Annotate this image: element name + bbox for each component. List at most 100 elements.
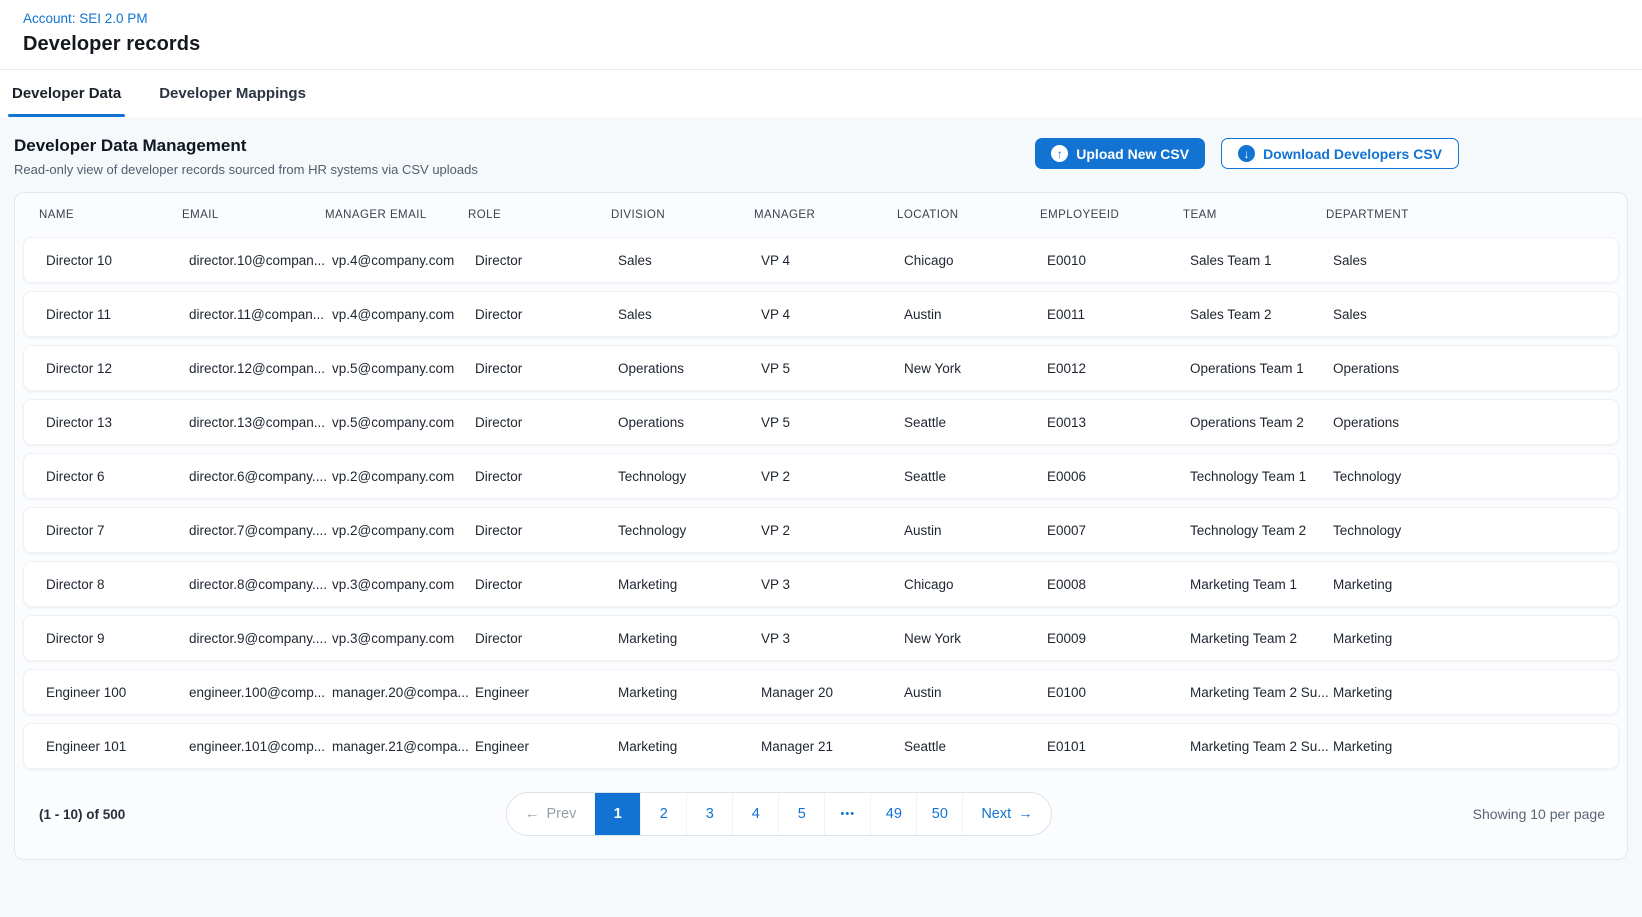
column-header-role: ROLE: [468, 209, 611, 221]
cell-team: Sales Team 2: [1190, 307, 1333, 322]
cell-role: Director: [475, 469, 618, 484]
pagination-page-1[interactable]: 1: [594, 793, 640, 835]
pagination-page-2[interactable]: 2: [640, 793, 686, 835]
cell-manager: VP 5: [761, 415, 904, 430]
cell-team: Technology Team 1: [1190, 469, 1333, 484]
cell-employeeid: E0101: [1047, 739, 1190, 754]
cell-role: Director: [475, 307, 618, 322]
cell-department: Sales: [1333, 253, 1604, 268]
cell-division: Technology: [618, 469, 761, 484]
cell-division: Marketing: [618, 631, 761, 646]
cell-manager_email: vp.2@company.com: [332, 523, 475, 538]
page-header: Account: SEI 2.0 PM Developer records: [0, 0, 1642, 70]
cell-division: Marketing: [618, 739, 761, 754]
upload-circle-icon: ↑: [1051, 145, 1068, 162]
cell-name: Engineer 100: [46, 685, 189, 700]
cell-team: Marketing Team 2: [1190, 631, 1333, 646]
cell-team: Sales Team 1: [1190, 253, 1333, 268]
column-header-name: NAME: [39, 209, 182, 221]
cell-manager_email: vp.3@company.com: [332, 631, 475, 646]
cell-manager: VP 2: [761, 469, 904, 484]
cell-manager: VP 4: [761, 307, 904, 322]
cell-employeeid: E0009: [1047, 631, 1190, 646]
cell-location: Chicago: [904, 253, 1047, 268]
table-row: Director 7director.7@company....vp.2@com…: [23, 507, 1619, 553]
upload-new-csv-button[interactable]: ↑ Upload New CSV: [1035, 138, 1205, 169]
column-header-department: DEPARTMENT: [1326, 209, 1605, 221]
cell-employeeid: E0007: [1047, 523, 1190, 538]
cell-manager_email: vp.5@company.com: [332, 361, 475, 376]
cell-name: Engineer 101: [46, 739, 189, 754]
cell-email: engineer.100@comp...: [189, 685, 332, 700]
pagination-page-49[interactable]: 49: [870, 793, 916, 835]
cell-department: Marketing: [1333, 631, 1604, 646]
tab-developer-mappings[interactable]: Developer Mappings: [159, 70, 306, 117]
cell-manager: VP 3: [761, 577, 904, 592]
cell-department: Marketing: [1333, 577, 1604, 592]
pagination-page-3[interactable]: 3: [686, 793, 732, 835]
pagination-page-4[interactable]: 4: [732, 793, 778, 835]
cell-manager: Manager 20: [761, 685, 904, 700]
cell-employeeid: E0013: [1047, 415, 1190, 430]
cell-email: director.12@compan...: [189, 361, 332, 376]
pagination: ← Prev 12345•••4950Next→: [506, 792, 1052, 836]
cell-manager_email: manager.21@compa...: [332, 739, 475, 754]
cell-manager_email: vp.5@company.com: [332, 415, 475, 430]
cell-department: Sales: [1333, 307, 1604, 322]
pagination-page-5[interactable]: 5: [778, 793, 824, 835]
cell-name: Director 11: [46, 307, 189, 322]
cell-email: director.13@compan...: [189, 415, 332, 430]
developer-table-card: NAMEEMAILMANAGER EMAILROLEDIVISIONMANAGE…: [14, 192, 1628, 860]
cell-name: Director 12: [46, 361, 189, 376]
download-button-label: Download Developers CSV: [1263, 146, 1442, 162]
csv-actions: ↑ Upload New CSV ↓ Download Developers C…: [1035, 138, 1459, 169]
cell-division: Operations: [618, 415, 761, 430]
pagination-ellipsis[interactable]: •••: [824, 793, 870, 835]
account-breadcrumb-link[interactable]: Account: SEI 2.0 PM: [23, 11, 148, 26]
cell-name: Director 8: [46, 577, 189, 592]
pagination-prev-button[interactable]: ← Prev: [507, 793, 594, 835]
tab-developer-data[interactable]: Developer Data: [12, 70, 121, 117]
section-header: Developer Data Management Read-only view…: [14, 117, 1628, 192]
arrow-left-icon: ←: [525, 806, 540, 822]
cell-email: director.7@company....: [189, 523, 332, 538]
cell-manager_email: vp.4@company.com: [332, 307, 475, 322]
cell-manager_email: vp.3@company.com: [332, 577, 475, 592]
cell-role: Engineer: [475, 739, 618, 754]
cell-department: Operations: [1333, 361, 1604, 376]
cell-team: Marketing Team 2 Su...: [1190, 739, 1333, 754]
cell-manager: VP 5: [761, 361, 904, 376]
cell-team: Operations Team 1: [1190, 361, 1333, 376]
cell-name: Director 13: [46, 415, 189, 430]
arrow-right-icon: →: [1018, 806, 1033, 822]
cell-manager: VP 3: [761, 631, 904, 646]
cell-name: Director 9: [46, 631, 189, 646]
download-developers-csv-button[interactable]: ↓ Download Developers CSV: [1221, 138, 1459, 169]
pagination-page-50[interactable]: 50: [916, 793, 962, 835]
cell-location: Seattle: [904, 415, 1047, 430]
column-header-employeeid: EMPLOYEEID: [1040, 209, 1183, 221]
cell-manager_email: vp.2@company.com: [332, 469, 475, 484]
cell-email: director.9@company....: [189, 631, 332, 646]
upload-button-label: Upload New CSV: [1076, 146, 1189, 162]
cell-name: Director 6: [46, 469, 189, 484]
cell-team: Marketing Team 1: [1190, 577, 1333, 592]
cell-department: Technology: [1333, 469, 1604, 484]
cell-location: Austin: [904, 685, 1047, 700]
cell-email: director.8@company....: [189, 577, 332, 592]
pagination-next-button[interactable]: Next→: [962, 793, 1050, 835]
cell-name: Director 10: [46, 253, 189, 268]
page-title: Developer records: [23, 33, 1618, 56]
column-header-location: LOCATION: [897, 209, 1040, 221]
pagination-range-text: (1 - 10) of 500: [39, 807, 125, 822]
cell-email: engineer.101@comp...: [189, 739, 332, 754]
column-header-manager_email: MANAGER EMAIL: [325, 209, 468, 221]
column-header-manager: MANAGER: [754, 209, 897, 221]
table-row: Director 10director.10@compan...vp.4@com…: [23, 237, 1619, 283]
cell-department: Marketing: [1333, 739, 1604, 754]
cell-role: Director: [475, 361, 618, 376]
prev-label: Prev: [547, 806, 577, 822]
cell-division: Operations: [618, 361, 761, 376]
cell-location: New York: [904, 361, 1047, 376]
table-body: Director 10director.10@compan...vp.4@com…: [23, 237, 1619, 769]
